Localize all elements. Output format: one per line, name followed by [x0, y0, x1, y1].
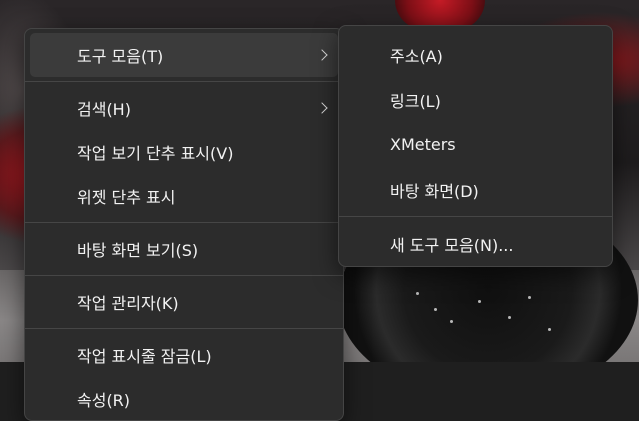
submenu-item-new-toolbar[interactable]: 새 도구 모음(N)... — [344, 221, 607, 266]
menu-separator — [25, 328, 343, 329]
menu-item-toolbars[interactable]: 도구 모음(T) — [30, 33, 338, 77]
desktop: 도구 모음(T) 검색(H) 작업 보기 단추 표시(V) 위젯 단추 표시 바… — [0, 0, 639, 421]
menu-item-label: 작업 관리자(K) — [77, 294, 179, 313]
menu-item-label: 속성(R) — [77, 391, 131, 410]
menu-item-show-widgets-button[interactable]: 위젯 단추 표시 — [30, 174, 338, 218]
menu-item-label: 도구 모음(T) — [77, 47, 164, 66]
toolbars-submenu: 주소(A) 링크(L) XMeters 바탕 화면(D) 새 도구 모음(N).… — [338, 25, 613, 267]
submenu-item-label: 주소(A) — [390, 46, 443, 66]
submenu-item-links[interactable]: 링크(L) — [344, 77, 607, 122]
menu-item-label: 작업 보기 단추 표시(V) — [77, 144, 234, 163]
taskbar-context-menu: 도구 모음(T) 검색(H) 작업 보기 단추 표시(V) 위젯 단추 표시 바… — [24, 28, 344, 421]
menu-item-search[interactable]: 검색(H) — [30, 86, 338, 130]
submenu-item-label: 새 도구 모음(N)... — [390, 235, 514, 255]
submenu-item-desktop[interactable]: 바탕 화면(D) — [344, 167, 607, 212]
menu-item-show-desktop[interactable]: 바탕 화면 보기(S) — [30, 227, 338, 271]
submenu-item-label: XMeters — [390, 135, 456, 154]
submenu-item-address[interactable]: 주소(A) — [344, 32, 607, 77]
chevron-right-icon — [316, 49, 328, 61]
menu-item-label: 작업 표시줄 잠금(L) — [77, 347, 212, 366]
menu-item-show-task-view-button[interactable]: 작업 보기 단추 표시(V) — [30, 130, 338, 174]
menu-separator — [25, 222, 343, 223]
submenu-item-xmeters[interactable]: XMeters — [344, 122, 607, 167]
submenu-item-label: 바탕 화면(D) — [390, 181, 479, 201]
submenu-item-label: 링크(L) — [390, 91, 441, 111]
menu-item-label: 검색(H) — [77, 100, 131, 119]
menu-item-label: 위젯 단추 표시 — [77, 188, 176, 207]
chevron-right-icon — [316, 102, 328, 114]
menu-separator — [25, 275, 343, 276]
menu-item-label: 바탕 화면 보기(S) — [77, 241, 199, 260]
menu-separator — [339, 216, 612, 217]
menu-separator — [25, 81, 343, 82]
menu-item-task-manager[interactable]: 작업 관리자(K) — [30, 280, 338, 324]
menu-item-properties[interactable]: 속성(R) — [30, 377, 338, 421]
menu-item-lock-taskbar[interactable]: 작업 표시줄 잠금(L) — [30, 333, 338, 377]
